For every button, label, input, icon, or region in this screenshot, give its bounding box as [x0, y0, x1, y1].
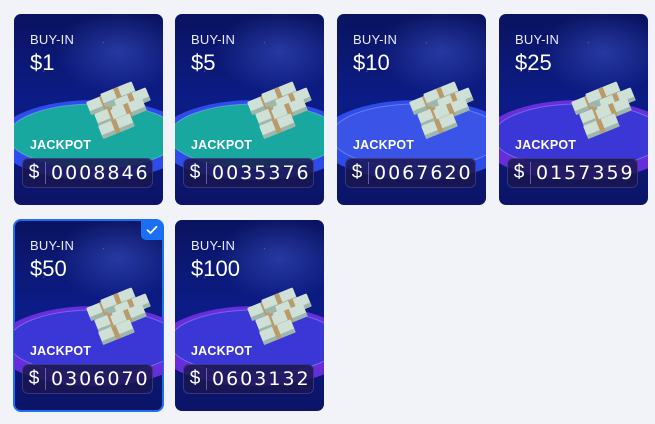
- jackpot-currency: $: [189, 162, 201, 183]
- jackpot-label: JACKPOT: [30, 138, 92, 152]
- divider: [368, 162, 369, 184]
- buyin-label: BUY-IN: [191, 32, 236, 47]
- jackpot-label: JACKPOT: [515, 138, 577, 152]
- jackpot-counter: $ 0306070: [22, 364, 153, 394]
- buyin-card-50[interactable]: BUY-IN $50 JACKPOT $ 0306070: [13, 219, 164, 412]
- buyin-label: BUY-IN: [30, 238, 75, 253]
- jackpot-currency: $: [189, 368, 201, 389]
- buyin-amount: $25: [515, 50, 552, 75]
- jackpot-counter: $ 0157359: [507, 158, 638, 188]
- jackpot-label: JACKPOT: [30, 344, 92, 358]
- buyin-amount: $5: [191, 50, 216, 75]
- jackpot-label: JACKPOT: [191, 344, 253, 358]
- buyin-amount: $1: [30, 50, 55, 75]
- divider: [206, 368, 207, 390]
- buyin-card-10[interactable]: BUY-IN $10 JACKPOT $ 0067620: [337, 14, 486, 205]
- jackpot-label: JACKPOT: [353, 138, 415, 152]
- buyin-card-5[interactable]: BUY-IN $5 JACKPOT $ 0035376: [175, 14, 324, 205]
- buyin-amount: $10: [353, 50, 390, 75]
- jackpot-currency: $: [28, 162, 40, 183]
- jackpot-currency: $: [513, 162, 525, 183]
- jackpot-counter: $ 0067620: [345, 158, 476, 188]
- jackpot-value: 0067620: [374, 162, 473, 184]
- jackpot-currency: $: [28, 368, 40, 389]
- buyin-amount: $100: [191, 256, 240, 281]
- jackpot-counter: $ 0603132: [183, 364, 314, 394]
- jackpot-value: 0603132: [212, 368, 311, 390]
- buyin-label: BUY-IN: [30, 32, 75, 47]
- selected-badge: [141, 220, 163, 240]
- jackpot-value: 0035376: [212, 162, 311, 184]
- buyin-card-25[interactable]: BUY-IN $25 JACKPOT $ 0157359: [499, 14, 648, 205]
- jackpot-value: 0157359: [536, 162, 635, 184]
- divider: [45, 368, 46, 390]
- buyin-card-100[interactable]: BUY-IN $100 JACKPOT $ 0603132: [175, 220, 324, 411]
- jackpot-value: 0306070: [51, 368, 150, 390]
- buyin-label: BUY-IN: [353, 32, 398, 47]
- buyin-grid: BUY-IN $1 JACKPOT $ 0008846 BUY-IN $5 JA…: [0, 0, 655, 424]
- jackpot-currency: $: [351, 162, 363, 183]
- check-icon: [146, 225, 158, 234]
- buyin-card-1[interactable]: BUY-IN $1 JACKPOT $ 0008846: [14, 14, 163, 205]
- buyin-label: BUY-IN: [191, 238, 236, 253]
- jackpot-label: JACKPOT: [191, 138, 253, 152]
- divider: [45, 162, 46, 184]
- divider: [530, 162, 531, 184]
- jackpot-value: 0008846: [51, 162, 150, 184]
- buyin-amount: $50: [30, 256, 67, 281]
- jackpot-counter: $ 0008846: [22, 158, 153, 188]
- jackpot-counter: $ 0035376: [183, 158, 314, 188]
- divider: [206, 162, 207, 184]
- buyin-label: BUY-IN: [515, 32, 560, 47]
